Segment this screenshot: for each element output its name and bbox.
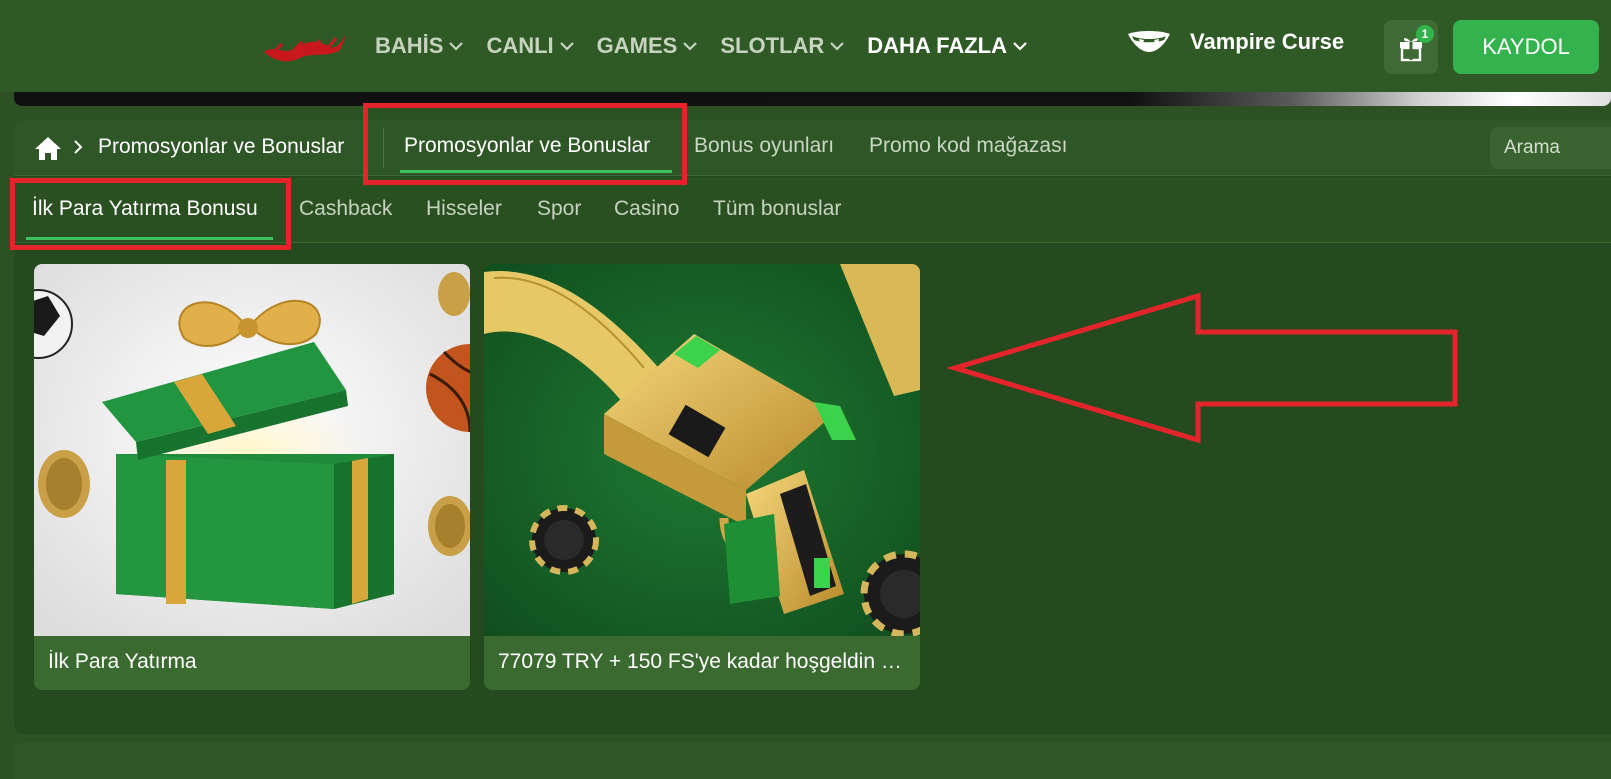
featured-game-label: Vampire Curse <box>1190 29 1345 54</box>
card-title: İlk Para Yatırma <box>48 650 197 673</box>
subtab-ilk-para-yatirma[interactable]: İlk Para Yatırma Bonusu <box>32 197 258 221</box>
nav-slotlar[interactable]: SLOTLAR <box>720 33 845 59</box>
main-nav: BAHİS CANLI GAMES SLOTLAR DAHA FAZLA <box>375 0 1050 92</box>
nav-label: GAMES <box>596 33 678 58</box>
next-section <box>14 742 1611 779</box>
nav-label: BAHİS <box>375 33 444 58</box>
nav-daha-fazla[interactable]: DAHA FAZLA <box>867 33 1028 59</box>
active-subtab-indicator <box>26 237 273 240</box>
bonus-card-welcome[interactable]: 77079 TRY + 150 FS'ye kadar hoşgeldin bo… <box>484 264 920 690</box>
banner-strip <box>14 92 1611 106</box>
nav-bahis[interactable]: BAHİS <box>375 33 464 59</box>
top-header: BAHİS CANLI GAMES SLOTLAR DAHA FAZLA Vam… <box>0 0 1611 92</box>
subtab-spor[interactable]: Spor <box>537 197 581 221</box>
home-icon[interactable] <box>34 135 62 161</box>
card-title: 77079 TRY + 150 FS'ye kadar hoşgeldin bo… <box>498 650 908 673</box>
brand-logo[interactable] <box>262 30 348 66</box>
tab-promo-kod-magazasi[interactable]: Promo kod mağazası <box>869 134 1067 158</box>
gift-button[interactable]: 1 <box>1384 20 1438 74</box>
chevron-down-icon <box>449 42 464 51</box>
chevron-right-icon <box>74 140 83 154</box>
nav-canli[interactable]: CANLI <box>486 33 574 59</box>
chevron-down-icon <box>1013 42 1027 51</box>
chevron-down-icon <box>830 42 845 51</box>
nav-label: DAHA FAZLA <box>867 33 1007 58</box>
search-input[interactable]: Arama <box>1490 127 1611 169</box>
breadcrumb-current[interactable]: Promosyonlar ve Bonuslar <box>98 135 344 159</box>
register-button[interactable]: KAYDOL <box>1453 20 1599 74</box>
vampire-fangs-icon <box>1128 31 1170 52</box>
gold-gun-image <box>484 264 920 636</box>
chevron-down-icon <box>683 42 698 51</box>
bonus-card-first-deposit[interactable]: İlk Para Yatırma <box>34 264 470 690</box>
nav-games[interactable]: GAMES <box>597 33 699 59</box>
gift-box-image <box>34 264 470 636</box>
divider <box>383 128 384 168</box>
active-tab-indicator <box>400 170 672 173</box>
chevron-down-icon <box>559 42 574 51</box>
subtab-casino[interactable]: Casino <box>614 197 679 221</box>
gift-count-badge: 1 <box>1416 25 1434 43</box>
tab-promosyonlar[interactable]: Promosyonlar ve Bonuslar <box>404 134 650 158</box>
subtab-cashback[interactable]: Cashback <box>299 197 392 221</box>
nav-label: SLOTLAR <box>720 33 825 58</box>
featured-game-link[interactable]: Vampire Curse <box>1126 28 1344 56</box>
bonus-category-tabs: İlk Para Yatırma Bonusu Cashback Hissele… <box>14 177 1611 243</box>
subtab-hisseler[interactable]: Hisseler <box>426 197 502 221</box>
promotions-panel: Promosyonlar ve Bonuslar Promosyonlar ve… <box>14 120 1611 734</box>
subtab-tum-bonuslar[interactable]: Tüm bonuslar <box>713 197 841 221</box>
nav-label: CANLI <box>486 33 554 58</box>
breadcrumb: Promosyonlar ve Bonuslar Promosyonlar ve… <box>14 120 1611 176</box>
tab-bonus-oyunlari[interactable]: Bonus oyunları <box>694 134 834 158</box>
